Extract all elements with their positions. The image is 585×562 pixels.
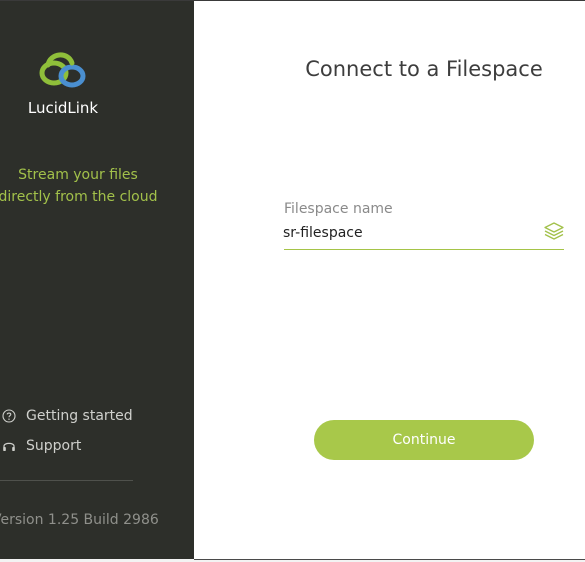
filespace-name-field: Filespace name (283, 201, 565, 251)
filespace-name-input[interactable] (283, 221, 531, 245)
tagline-line-1: Stream your files (18, 167, 138, 183)
getting-started-link[interactable]: Getting started (2, 406, 133, 426)
layers-icon[interactable] (543, 221, 565, 241)
page-title: Connect to a Filespace (305, 57, 543, 81)
getting-started-label: Getting started (26, 408, 133, 424)
sidebar: LucidLink Stream your files directly fro… (0, 1, 194, 559)
tagline-line-2: directly from the cloud (0, 189, 158, 205)
main-panel: Connect to a Filespace Filespace name Co… (194, 1, 585, 559)
support-label: Support (26, 438, 82, 454)
version-text: Version 1.25 Build 2986 (0, 512, 159, 528)
sidebar-divider (0, 480, 133, 481)
brand-name: LucidLink (27, 99, 99, 117)
question-circle-icon (2, 409, 16, 423)
headset-icon (2, 439, 16, 453)
tagline: Stream your files directly from the clou… (0, 164, 192, 208)
app-window: LucidLink Stream your files directly fro… (0, 0, 585, 562)
continue-button[interactable]: Continue (314, 420, 534, 460)
filespace-name-label: Filespace name (284, 201, 393, 217)
lucidlink-logo-icon (39, 52, 86, 88)
support-link[interactable]: Support (2, 436, 81, 456)
filespace-name-underline (284, 249, 564, 250)
bottom-edge-line (194, 559, 585, 560)
